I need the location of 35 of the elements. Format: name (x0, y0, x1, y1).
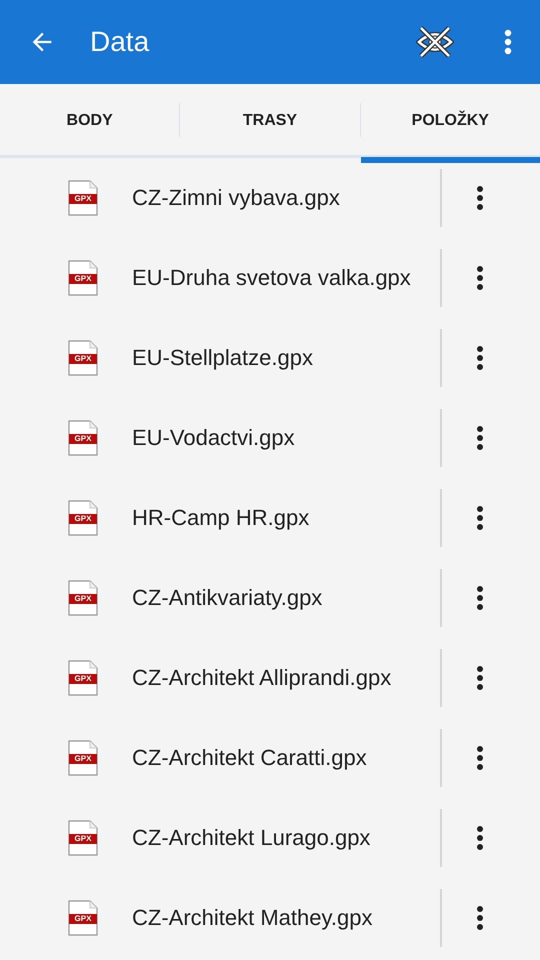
tab[interactable]: TRASY (180, 79, 360, 163)
file-name[interactable]: CZ-Zimni vybava.gpx (132, 185, 440, 211)
file-name[interactable]: EU-Stellplatze.gpx (132, 345, 440, 371)
tab[interactable]: POLOŽKY (360, 79, 540, 163)
gpx-file-icon: GPX (68, 900, 98, 936)
gpx-file-icon: GPX (68, 180, 98, 216)
file-name[interactable]: HR-Camp HR.gpx (132, 505, 440, 531)
screen-title: Data (90, 26, 150, 58)
gpx-file-icon: GPX (68, 820, 98, 856)
file-name[interactable]: CZ-Antikvariaty.gpx (132, 585, 440, 611)
more-options-icon[interactable] (476, 345, 484, 371)
more-options-icon[interactable] (476, 505, 484, 531)
more-options-icon[interactable] (476, 905, 484, 931)
file-name[interactable]: CZ-Architekt Alliprandi.gpx (132, 665, 440, 691)
more-options-icon[interactable] (476, 425, 484, 451)
gpx-file-icon: GPX (68, 660, 98, 696)
file-name[interactable]: EU-Vodactvi.gpx (132, 425, 440, 451)
tab[interactable]: BODY (0, 79, 180, 163)
gpx-file-icon: GPX (68, 740, 98, 776)
more-options-icon[interactable] (476, 745, 484, 771)
file-name[interactable]: CZ-Architekt Mathey.gpx (132, 905, 440, 931)
file-name[interactable]: CZ-Architekt Lurago.gpx (132, 825, 440, 851)
more-options-icon[interactable] (476, 825, 484, 851)
gpx-file-icon: GPX (68, 260, 98, 296)
more-options-icon[interactable] (476, 585, 484, 611)
more-options-icon[interactable] (476, 185, 484, 211)
gpx-file-icon: GPX (68, 340, 98, 376)
more-options-icon[interactable] (476, 265, 484, 291)
gpx-file-icon: GPX (68, 420, 98, 456)
file-name[interactable]: CZ-Architekt Caratti.gpx (132, 745, 440, 771)
hidden-eye-icon[interactable] (416, 25, 454, 59)
file-name[interactable]: EU-Druha svetova valka.gpx (132, 265, 440, 291)
more-options-icon[interactable] (476, 665, 484, 691)
gpx-file-icon: GPX (68, 580, 98, 616)
gpx-file-icon: GPX (68, 500, 98, 536)
